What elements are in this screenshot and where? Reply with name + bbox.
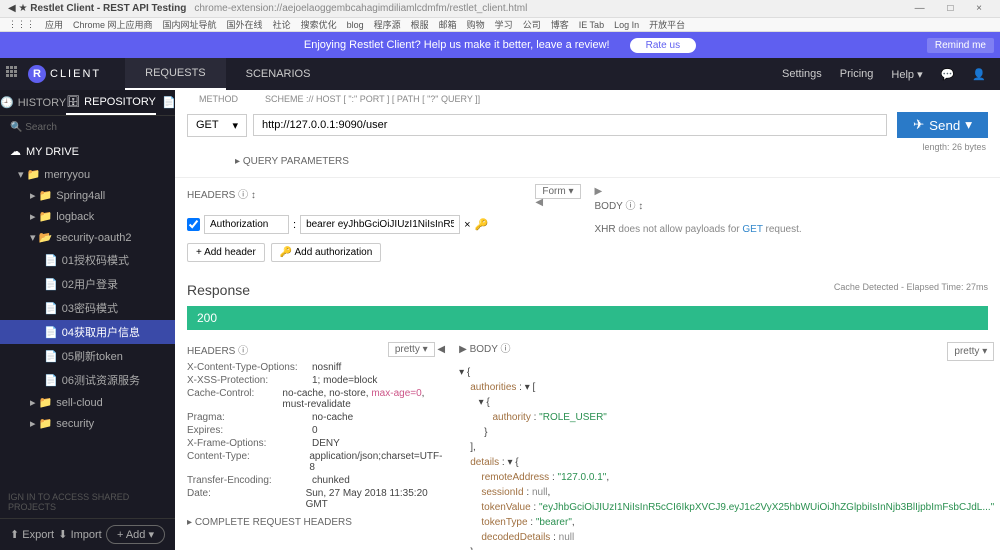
bookmark[interactable]: 博客 xyxy=(551,18,569,31)
send-icon: ✈ xyxy=(913,117,924,133)
status-badge: 200 xyxy=(187,306,988,330)
scheme-label: SCHEME :// HOST [ ":" PORT ] [ PATH [ "?… xyxy=(265,94,480,104)
add-header-button[interactable]: + Add header xyxy=(187,243,265,262)
header-value-input[interactable] xyxy=(300,215,460,234)
search-input[interactable]: 🔍 Search xyxy=(0,116,175,139)
method-select[interactable]: GET▾ xyxy=(187,114,247,137)
resp-body-view[interactable]: pretty ▾ xyxy=(947,342,994,361)
signin-hint: IGN IN TO ACCESS SHARED PROJECTS xyxy=(0,486,175,518)
tab-requests[interactable]: REQUESTS xyxy=(125,58,226,90)
bookmark[interactable]: IE Tab xyxy=(579,20,604,30)
nav-pricing[interactable]: Pricing xyxy=(840,68,874,80)
node-04[interactable]: 📄 04获取用户信息 xyxy=(0,320,175,344)
window-controls[interactable]: ― □ × xyxy=(915,3,992,14)
add-button[interactable]: + Add ▾ xyxy=(106,525,165,544)
header-menu-icon[interactable]: 🔑 xyxy=(475,218,489,231)
bookmark[interactable]: 国内网址导航 xyxy=(163,18,217,31)
apps-grid-icon[interactable] xyxy=(6,66,22,82)
rate-us-button[interactable]: Rate us xyxy=(630,38,696,53)
sidebar-tab-history[interactable]: 🕘 HISTORY xyxy=(0,90,66,115)
header-key-input[interactable] xyxy=(204,215,289,234)
response-json: ▾ { authorities : ▾ [ ▾ { authority : "R… xyxy=(459,365,994,550)
node-logback[interactable]: ▸ 📁 logback xyxy=(0,206,175,227)
review-banner: Enjoying Restlet Client? Help us make it… xyxy=(0,32,1000,58)
send-button[interactable]: ✈Send▾ xyxy=(897,112,988,138)
chevron-down-icon: ▾ xyxy=(232,119,238,132)
content: METHOD SCHEME :// HOST [ ":" PORT ] [ PA… xyxy=(175,90,1000,550)
bookmark[interactable]: 学习 xyxy=(495,18,513,31)
query-params-toggle[interactable]: ▸ QUERY PARAMETERS xyxy=(175,152,1000,171)
chevron-down-icon: ▾ xyxy=(965,117,972,133)
bookmark[interactable]: 社论 xyxy=(273,18,291,31)
url-input[interactable] xyxy=(253,114,887,136)
node-02[interactable]: 📄 02用户登录 xyxy=(0,272,175,296)
chat-icon[interactable]: 💬 xyxy=(941,68,955,81)
response-meta: Cache Detected - Elapsed Time: 27ms xyxy=(834,282,988,292)
logo-icon: R xyxy=(28,65,46,83)
bookmark[interactable]: 程序源 xyxy=(374,18,401,31)
bookmark[interactable]: 应用 xyxy=(45,18,63,31)
node-merryyou[interactable]: ▾ 📁 merryyou xyxy=(0,164,175,185)
node-06[interactable]: 📄 06测试资源服务 xyxy=(0,368,175,392)
sidebar-tab-repository[interactable]: 🗄 REPOSITORY xyxy=(66,90,156,115)
add-auth-button[interactable]: 🔑 Add authorization xyxy=(271,243,382,262)
node-spring4all[interactable]: ▸ 📁 Spring4all xyxy=(0,185,175,206)
bookmark[interactable]: Log In xyxy=(614,20,639,30)
import-button[interactable]: ⬇ Import xyxy=(58,528,101,541)
tab-title: Restlet Client - REST API Testing xyxy=(30,3,186,14)
browser-tab-bar: ◀ ★ Restlet Client - REST API Testing ch… xyxy=(0,0,1000,18)
complete-headers-toggle[interactable]: ▸ COMPLETE REQUEST HEADERS xyxy=(187,511,445,534)
body-note: XHR does not allow payloads for GET requ… xyxy=(595,216,989,243)
body-label: BODY xyxy=(595,201,623,212)
star-icon[interactable]: ★ xyxy=(18,3,27,14)
tab-url: chrome-extension://aejoelaoggembcahagimd… xyxy=(194,3,527,14)
expand-icon[interactable]: ▶ xyxy=(595,186,644,197)
bookmark[interactable]: 搜索优化 xyxy=(301,18,337,31)
node-sell-cloud[interactable]: ▸ 📁 sell-cloud xyxy=(0,392,175,413)
remind-button[interactable]: Remind me xyxy=(927,38,994,53)
node-01[interactable]: 📄 01授权码模式 xyxy=(0,248,175,272)
method-label: METHOD xyxy=(199,94,259,104)
export-button[interactable]: ⬆ Export xyxy=(10,528,54,541)
header-enable-checkbox[interactable] xyxy=(187,218,200,231)
node-03[interactable]: 📄 03密码模式 xyxy=(0,296,175,320)
node-security-oauth2[interactable]: ▾ 📂 security-oauth2 xyxy=(0,227,175,248)
my-drive[interactable]: ☁ MY DRIVE xyxy=(0,139,175,164)
resp-body-label: BODY xyxy=(470,344,498,355)
bookmark[interactable]: 邮箱 xyxy=(439,18,457,31)
bookmark[interactable]: 购物 xyxy=(467,18,485,31)
apps-icon[interactable]: ⋮⋮⋮ xyxy=(8,19,35,30)
resp-headers-view[interactable]: pretty ▾ xyxy=(388,342,435,357)
bookmark[interactable]: 国外在线 xyxy=(227,18,263,31)
bookmark[interactable]: Chrome 网上应用商 xyxy=(73,18,153,31)
tab-scenarios[interactable]: SCENARIOS xyxy=(226,58,331,90)
nav-help[interactable]: Help ▾ xyxy=(891,68,922,81)
top-nav: R CLIENT REQUESTS SCENARIOS Settings Pri… xyxy=(0,58,1000,90)
remove-header-icon[interactable]: × xyxy=(464,219,470,231)
tree: ▾ 📁 merryyou ▸ 📁 Spring4all ▸ 📁 logback … xyxy=(0,164,175,486)
sidebar: 🕘 HISTORY 🗄 REPOSITORY 📄 🔍 Search ☁ MY D… xyxy=(0,90,175,550)
banner-text: Enjoying Restlet Client? Help us make it… xyxy=(304,39,610,51)
headers-label: HEADERS ⓘ ↕ xyxy=(187,186,256,208)
user-icon[interactable]: 👤 xyxy=(972,68,986,81)
length-info: length: 26 bytes xyxy=(175,142,1000,152)
brand: CLIENT xyxy=(50,68,101,80)
node-security[interactable]: ▸ 📁 security xyxy=(0,413,175,434)
nav-settings[interactable]: Settings xyxy=(782,68,822,80)
bookmarks-bar: ⋮⋮⋮ 应用 Chrome 网上应用商 国内网址导航 国外在线 社论 搜索优化 … xyxy=(0,18,1000,32)
resp-headers-label: HEADERS ⓘ xyxy=(187,342,248,357)
nav-back-icon[interactable]: ◀ xyxy=(8,3,16,14)
bookmark[interactable]: 根服 xyxy=(411,18,429,31)
bookmark[interactable]: blog xyxy=(347,20,364,30)
node-05[interactable]: 📄 05刷新token xyxy=(0,344,175,368)
bookmark[interactable]: 公司 xyxy=(523,18,541,31)
bookmark[interactable]: 开放平台 xyxy=(649,18,685,31)
